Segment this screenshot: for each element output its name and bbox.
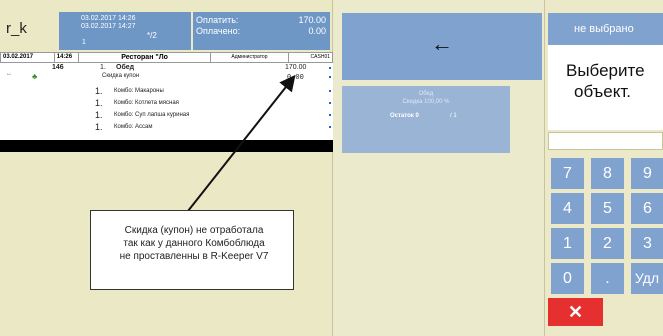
prompt-line-1: Выберите [566,61,645,80]
table-fraction: */2 [147,31,157,40]
prompt-line-2: объект. [574,82,631,101]
pay-value: 170.00 [298,15,326,25]
callout-line-3: не проставленны в R-Keeper V7 [119,251,269,262]
tile-dish-name: Обед [418,91,434,97]
numeric-input[interactable] [548,132,663,150]
order-date: 03.02.2017 [1,53,55,62]
discount-icon: ♣ [32,72,38,81]
key-7[interactable]: 7 [551,158,584,189]
cancel-button[interactable]: ✕ [548,298,603,326]
key-5[interactable]: 5 [591,193,624,224]
select-object-prompt: Выберите объект. [548,45,663,130]
component-qty: 1. [95,86,103,96]
key-delete[interactable]: Удл [631,263,663,294]
tile-discount: Скидка 100,00 % [402,99,450,105]
order-footer-bar [0,140,333,152]
key-3[interactable]: 3 [631,228,663,259]
dish-tile[interactable]: Обед Скидка 100,00 % Остаток 0 / 1 [342,86,510,153]
callout-line-1: Скидка (купон) не отработала [124,225,264,236]
order-header: 03.02.2017 14:26 Ресторан "Ло Администра… [0,52,333,63]
row-marker [329,114,331,116]
payment-box: Оплатить: 170.00 Оплачено: 0.00 [193,12,330,50]
pay-label: Оплатить: [196,15,239,25]
tile-rest-label: Остаток 0 [390,113,419,119]
row-marker [329,90,331,92]
guest-count: 1 [82,39,86,46]
user-role: Администратор [211,53,290,62]
order-list[interactable]: 146 1. Обед 170.00 ↔ ♣ Скидка купон 0.00… [0,63,333,140]
key-9[interactable]: 9 [631,158,663,189]
paid-value: 0.00 [308,26,326,36]
component-qty: 1. [95,98,103,108]
key-8[interactable]: 8 [591,158,624,189]
row-marker [329,102,331,104]
key-2[interactable]: 2 [591,228,624,259]
open-datetime: 03.02.2017 14:26 [81,15,136,22]
app-logo: r_k [6,20,27,37]
component-name[interactable]: Комбо: Суп лапша куриная [114,112,189,118]
callout-line-2: так как у данного Комбоблюда [123,238,265,249]
component-name[interactable]: Комбо: Макароны [114,88,164,94]
date-info-box: 03.02.2017 14:26 03.02.2017 14:27 1 */2 [59,12,191,50]
station-name: CASH01 [310,54,330,60]
restaurant-name: Ресторан "Ло [79,53,211,62]
key-dot[interactable]: . [591,263,624,294]
dish-price: 170.00 [285,64,307,71]
row-indent-mark: ↔ [6,71,12,77]
discount-value: 0.00 [287,74,304,82]
discount-name[interactable]: Скидка купон [102,73,139,79]
component-qty: 1. [95,122,103,132]
key-6[interactable]: 6 [631,193,663,224]
component-name[interactable]: Комбо: Ассам [114,124,152,130]
component-qty: 1. [95,110,103,120]
back-button[interactable]: ← [342,13,542,80]
dish-name[interactable]: Обед [116,64,134,71]
table-number: 146 [52,64,64,71]
paid-label: Оплачено: [196,26,241,36]
row-marker [329,76,331,78]
component-name[interactable]: Комбо: Котлета мясная [114,100,179,106]
order-time: 14:26 [55,53,80,62]
current-datetime: 03.02.2017 14:27 [81,23,136,30]
row-marker [329,126,331,128]
object-selector-header[interactable]: не выбрано [548,13,663,45]
key-0[interactable]: 0 [551,263,584,294]
annotation-callout: Скидка (купон) не отработала так как у д… [90,210,294,290]
row-marker [329,67,331,69]
key-4[interactable]: 4 [551,193,584,224]
key-1[interactable]: 1 [551,228,584,259]
tile-rest-count: / 1 [450,113,457,119]
dish-qty: 1. [100,64,106,71]
